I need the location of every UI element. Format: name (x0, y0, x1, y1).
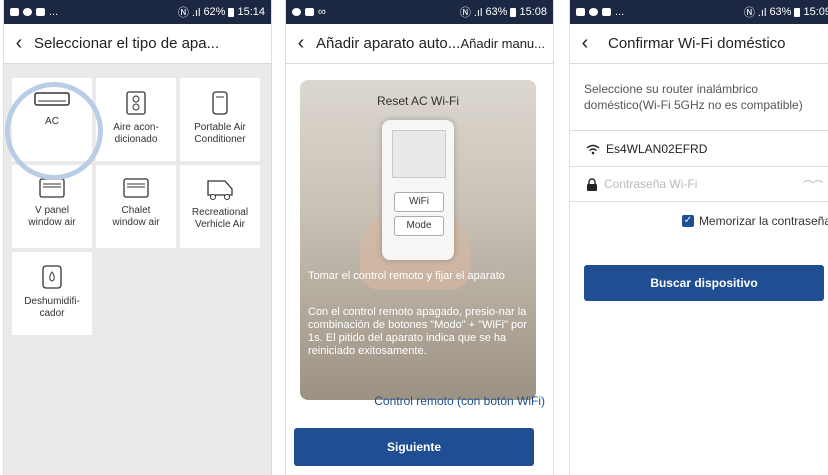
add-manually-button[interactable]: Añadir manu... (460, 36, 553, 51)
tile-label: Deshumidifi-cador (24, 296, 80, 319)
status-bar: ... Ⓝ .ıl 62% 15:14 (4, 0, 271, 24)
tile-label: V panel window air (28, 205, 76, 228)
tile-ac[interactable]: AC (12, 78, 92, 161)
device-type-screen: ... Ⓝ .ıl 62% 15:14 ‹ Seleccionar el tipo … (3, 0, 272, 475)
reset-instruction-card: Reset AC Wi-Fi WiFi Mode Tomar el contro… (300, 80, 536, 400)
tile-label: Recreational Verhicle Air (191, 207, 249, 230)
clock: 15:09 (803, 6, 828, 18)
dehumidifier-icon (42, 265, 62, 289)
device-grid: AC Aire acon-dicionado Portable Air Condi… (12, 78, 266, 335)
notification-icon (292, 8, 301, 16)
device-grid-area: AC Aire acon-dicionado Portable Air Condi… (4, 64, 271, 475)
ac-unit-icon (34, 92, 70, 106)
gallery-icon (10, 8, 19, 16)
instruction-step-1: Tomar el control remoto y fijar el apara… (308, 270, 505, 282)
tile-label: AC (45, 116, 59, 127)
back-arrow-icon[interactable]: ‹ (286, 32, 316, 55)
page-title: Seleccionar el tipo de apa... (34, 35, 220, 52)
page-title: Confirmar Wi-Fi doméstico (608, 35, 786, 52)
lock-icon (587, 177, 597, 191)
password-placeholder: Contraseña Wi-Fi (604, 177, 698, 191)
instruction-step-2: Con el control remoto apagado, presio-na… (308, 306, 527, 357)
portable-ac-icon (212, 91, 228, 115)
rv-air-icon (207, 180, 233, 200)
back-arrow-icon[interactable]: ‹ (570, 32, 600, 55)
app-bar: ‹ Seleccionar el tipo de apa... (4, 24, 271, 64)
message-icon (602, 8, 611, 16)
battery-icon (510, 7, 517, 17)
battery-percent: 63% (769, 6, 792, 18)
link-icon: ∞ (318, 6, 326, 18)
back-arrow-icon[interactable]: ‹ (4, 32, 34, 55)
more-notifications: ... (615, 6, 625, 18)
signal-icon: Ⓝ .ıl (177, 7, 201, 19)
battery-percent: 62% (203, 6, 226, 18)
remote-wifi-button: WiFi (394, 192, 444, 212)
search-device-button[interactable]: Buscar dispositivo (584, 265, 824, 301)
wifi-icon (586, 144, 600, 154)
battery-percent: 63% (485, 6, 508, 18)
router-instruction: Seleccione su router inalámbrico domésti… (584, 82, 803, 112)
status-bar: ∞ Ⓝ .ıl 63% 15:08 (286, 0, 553, 24)
battery-icon (228, 7, 235, 17)
signal-icon: Ⓝ .ıl (459, 7, 483, 19)
tile-chalet-window-air[interactable]: Chalet window air (96, 165, 176, 248)
aircon-floor-icon (126, 91, 146, 115)
remote-with-wifi-link[interactable]: Control remoto (con botón WiFi) (374, 394, 545, 408)
window-ac-icon (39, 178, 65, 198)
notification-icon (23, 8, 32, 16)
gallery-icon (576, 8, 585, 16)
more-notifications: ... (49, 6, 59, 18)
remote-control-illustration: WiFi Mode (382, 120, 454, 260)
clock: 15:14 (237, 6, 265, 18)
tile-label: Aire acon-dicionado (113, 122, 159, 145)
password-field[interactable]: Contraseña Wi-Fi ⌒⌒ (570, 166, 828, 202)
remote-mode-button: Mode (394, 216, 444, 236)
tile-recreational-vehicle-air[interactable]: Recreational Verhicle Air (180, 165, 260, 248)
battery-icon (794, 7, 801, 17)
signal-icon: Ⓝ .ıl (743, 7, 767, 19)
tile-v-panel-window-air[interactable]: V panel window air (12, 165, 92, 248)
notification-icon (589, 8, 598, 16)
status-bar: ... Ⓝ .ıl63% 15:09 (570, 0, 828, 24)
tile-label: Chalet window air (112, 205, 160, 228)
page-title: Añadir aparato auto... (316, 35, 461, 52)
chalet-ac-icon (123, 178, 149, 198)
message-icon (36, 8, 45, 16)
wifi-network-row[interactable]: Es4WLAN02EFRD (570, 130, 828, 166)
app-bar: ‹ Añadir aparato auto... Añadir manu... (286, 24, 553, 64)
wifi-ssid: Es4WLAN02EFRD (606, 141, 708, 156)
hidden-eye-icon[interactable]: ⌒⌒ (803, 177, 823, 192)
next-button[interactable]: Siguiente (294, 428, 534, 466)
app-bar: ‹ Confirmar Wi-Fi doméstico (570, 24, 828, 64)
remote-screen (392, 130, 446, 178)
message-icon (305, 8, 314, 16)
remember-checkbox[interactable]: ✓ (681, 215, 694, 227)
confirm-wifi-screen: ... Ⓝ .ıl63% 15:09 ‹ Confirmar Wi-Fi domé… (569, 0, 828, 475)
tile-portable-ac[interactable]: Portable Air Conditioner (180, 78, 260, 161)
remember-password-row[interactable]: ✓ Memorizar la contraseña (681, 214, 828, 228)
card-title: Reset AC Wi-Fi (376, 94, 459, 108)
clock: 15:08 (519, 6, 547, 18)
tile-deshumidificador[interactable]: Deshumidifi-cador (12, 252, 92, 335)
remember-label: Memorizar la contraseña (698, 214, 828, 228)
tile-label: Portable Air Conditioner (194, 122, 246, 145)
auto-add-device-screen: ∞ Ⓝ .ıl 63% 15:08 ‹ Añadir aparato auto...… (285, 0, 554, 475)
tile-aire-acondicionado[interactable]: Aire acon-dicionado (96, 78, 176, 161)
